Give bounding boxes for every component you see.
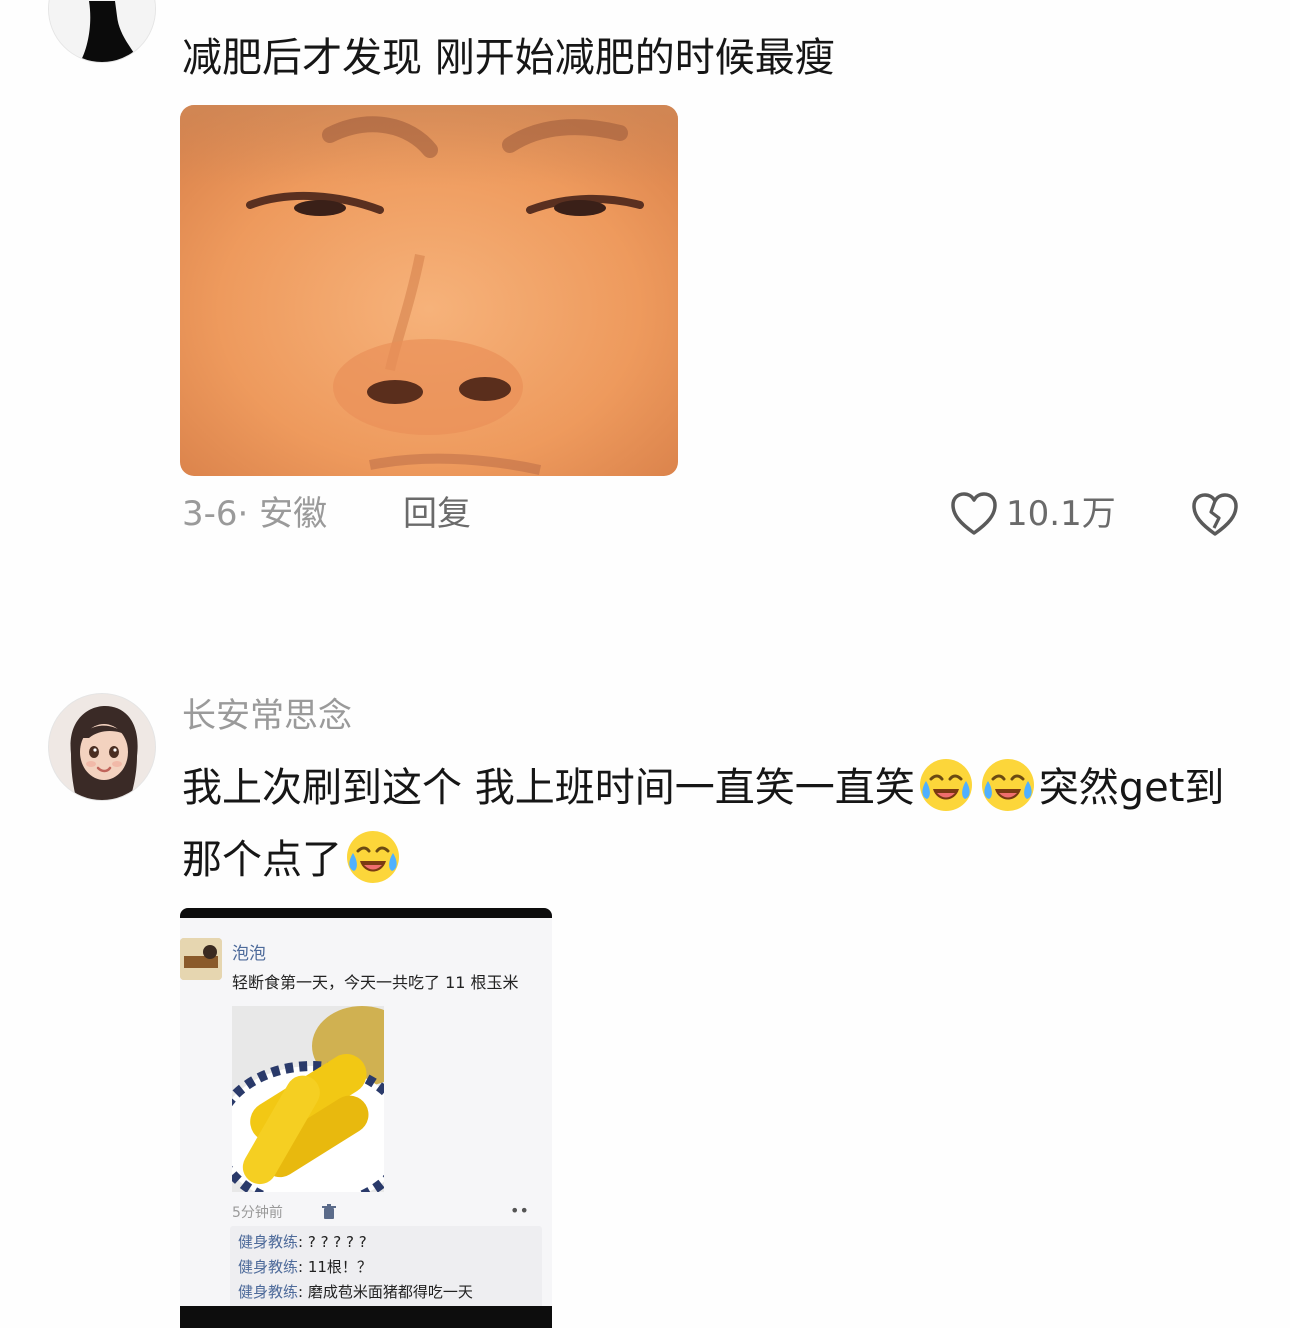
crying-laughing-emoji-icon [981,759,1034,811]
silhouette-avatar-image [49,0,155,62]
like-button[interactable]: 10.1万 [950,488,1116,540]
commenter-name: 健身教练 [238,1283,299,1301]
dislike-button[interactable] [1190,490,1240,540]
comment-image[interactable] [180,105,678,476]
avatar[interactable] [48,693,156,801]
face-closeup-image [180,105,678,476]
post-time: 5分钟前 [232,1205,283,1221]
poster-name: 泡泡 [232,944,266,964]
comment-date-location: 3-6· 安徽 [182,494,328,534]
comment-body: : ? ? ? ? ? [298,1233,367,1251]
heart-icon [951,492,997,535]
crying-laughing-emoji-icon [347,831,399,883]
like-count: 10.1万 [1006,494,1116,534]
broken-heart-icon [1192,493,1238,536]
comment-image-screenshot[interactable]: 泡泡 轻断食第一天，今天一共吃了 11 根玉米 5分钟前 •• 健身教练: ? … [180,908,552,1328]
cartoon-girl-avatar-image [49,694,155,800]
username[interactable]: 长安常思念 [182,694,352,738]
list-item: 健身教练: ? ? ? ? ? [238,1230,534,1255]
comment-text-part: 我上次刷到这个 我上班时间一直笑一直笑 [182,765,915,811]
avatar[interactable] [48,0,156,63]
image-bottom-bar [180,1306,552,1328]
list-item: 健身教练: 磨成苞米面猪都得吃一天 [238,1280,534,1305]
comment-text: 我上次刷到这个 我上班时间一直笑一直笑 突然get到那个点了 [182,752,1262,896]
poster-avatar [180,938,222,980]
reply-button[interactable]: 回复 [403,492,471,536]
comment-body: : 11根！？ [298,1258,372,1276]
corn-photo [232,1006,384,1192]
cartoon-avatar-image [180,938,222,980]
comment-body: : 磨成苞米面猪都得吃一天 [298,1283,473,1301]
crying-laughing-emoji-icon [919,759,972,811]
list-item: 健身教练: 11根！？ [238,1255,534,1280]
comment-text: 减肥后才发现 刚开始减肥的时候最瘦 [182,35,835,81]
post-text: 轻断食第一天，今天一共吃了 11 根玉米 [232,973,519,992]
corn-plate-image [232,1006,384,1192]
commenter-name: 健身教练 [238,1233,299,1251]
trash-icon [322,1204,336,1219]
post-comments: 健身教练: ? ? ? ? ? 健身教练: 11根！？ 健身教练: 磨成苞米面猪… [230,1226,542,1316]
commenter-name: 健身教练 [238,1258,299,1276]
more-icon: •• [510,1201,529,1220]
